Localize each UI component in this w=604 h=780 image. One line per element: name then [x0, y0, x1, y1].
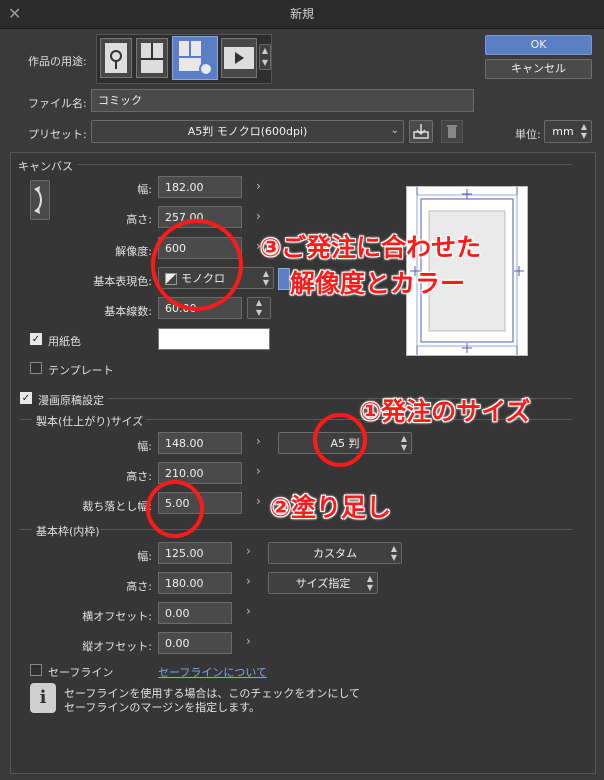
- v-offset-input[interactable]: 0.00: [158, 632, 232, 654]
- rotate-orientation-icon[interactable]: [30, 180, 50, 220]
- illustration-icon[interactable]: [100, 38, 132, 78]
- paper-color-checkbox[interactable]: ✓: [30, 333, 42, 345]
- manga-settings-label: 漫画原稿設定: [38, 394, 104, 407]
- usage-stepper[interactable]: ▲ ▼: [259, 44, 271, 70]
- annotation-circle-resolution: [151, 219, 243, 311]
- finish-width-input[interactable]: 148.00: [158, 432, 242, 454]
- safeline-help-link[interactable]: セーフラインについて: [158, 664, 267, 680]
- save-preset-icon[interactable]: [409, 120, 433, 143]
- preset-label: プリセット:: [28, 128, 87, 141]
- stepper-icon: ▲ ▼: [262, 269, 269, 287]
- template-label: テンプレート: [48, 364, 114, 377]
- stepper-icon: ▲ ▼: [366, 574, 373, 592]
- chevron-right-icon: ›: [246, 544, 251, 558]
- preset-value: A5判 モノクロ(600dpi): [187, 125, 308, 138]
- stepper-icon: ▲ ▼: [580, 122, 587, 140]
- paper-color-label: 用紙色: [48, 335, 81, 348]
- frame-height-label: 高さ:: [126, 580, 152, 593]
- comic-settings-icon[interactable]: [172, 36, 218, 80]
- safeline-info-line2: セーフラインのマージンを指定します。: [64, 701, 261, 714]
- frame-section-title: 基本枠(内枠): [36, 525, 100, 538]
- ok-button[interactable]: OK: [485, 35, 592, 55]
- info-icon: i: [30, 683, 56, 713]
- color-mode-label: 基本表現色:: [93, 275, 152, 288]
- frame-width-input[interactable]: 125.00: [158, 542, 232, 564]
- annotation-circle-bleed: [146, 480, 204, 538]
- divider: [20, 529, 32, 530]
- frame-mode-value: カスタム: [313, 547, 357, 560]
- canvas-section-title: キャンバス: [18, 160, 73, 173]
- finish-height-label: 高さ:: [126, 470, 152, 483]
- frame-size-mode-select[interactable]: サイズ指定 ▲ ▼: [268, 572, 378, 594]
- chevron-right-icon: ›: [246, 574, 251, 588]
- chevron-right-icon: ›: [256, 434, 261, 448]
- chevron-right-icon: ›: [246, 604, 251, 618]
- lines-stepper[interactable]: ▲ ▼: [247, 297, 271, 319]
- canvas-height-label: 高さ:: [126, 213, 152, 226]
- annotation-3-line1: ③ご発注に合わせた: [260, 233, 482, 262]
- safeline-label: セーフライン: [48, 666, 114, 679]
- chevron-down-icon: ⌄: [390, 125, 399, 136]
- divider: [78, 164, 572, 165]
- paper-color-swatch[interactable]: [158, 328, 270, 350]
- chevron-right-icon: ›: [256, 179, 261, 193]
- finish-width-label: 幅:: [137, 440, 152, 453]
- color-settings-icon[interactable]: [278, 268, 290, 290]
- frame-size-mode-value: サイズ指定: [295, 577, 351, 590]
- h-offset-label: 横オフセット:: [82, 610, 152, 623]
- canvas-width-input[interactable]: 182.00: [158, 176, 242, 198]
- template-checkbox[interactable]: [30, 362, 42, 374]
- stepper-icon: ▲ ▼: [400, 434, 407, 452]
- stepper-icon: ▲ ▼: [390, 544, 397, 562]
- finish-size-section-title: 製本(仕上がり)サイズ: [36, 415, 144, 428]
- animation-icon[interactable]: [221, 38, 257, 78]
- safeline-checkbox[interactable]: [30, 664, 42, 676]
- chevron-right-icon: ›: [256, 464, 261, 478]
- close-icon[interactable]: ✕: [8, 4, 21, 23]
- divider: [20, 419, 32, 420]
- chevron-right-icon: ›: [246, 634, 251, 648]
- frame-mode-select[interactable]: カスタム ▲ ▼: [268, 542, 402, 564]
- h-offset-input[interactable]: 0.00: [158, 602, 232, 624]
- unit-value: mm: [552, 125, 574, 138]
- bleed-label: 裁ち落とし幅:: [82, 500, 152, 513]
- delete-preset-icon[interactable]: [441, 120, 463, 143]
- window-title: 新規: [289, 7, 314, 21]
- resolution-label: 解像度:: [115, 245, 152, 258]
- annotation-3-line2: 解像度とカラー: [290, 269, 466, 298]
- annotation-1: ①発注のサイズ: [360, 397, 531, 426]
- frame-width-label: 幅:: [137, 550, 152, 563]
- filename-label: ファイル名:: [28, 97, 87, 110]
- canvas-width-label: 幅:: [137, 183, 152, 196]
- preset-select[interactable]: A5判 モノクロ(600dpi) ⌄: [91, 120, 404, 143]
- chevron-right-icon: ›: [256, 494, 261, 508]
- unit-select[interactable]: mm ▲ ▼: [544, 120, 592, 143]
- v-offset-label: 縦オフセット:: [82, 640, 152, 653]
- frame-height-input[interactable]: 180.00: [158, 572, 232, 594]
- annotation-circle-size: [313, 413, 367, 467]
- unit-label: 単位:: [515, 128, 541, 141]
- manga-settings-checkbox[interactable]: ✓: [20, 392, 32, 404]
- chevron-right-icon: ›: [256, 209, 261, 223]
- usage-label: 作品の用途:: [28, 55, 87, 68]
- cancel-button[interactable]: キャンセル: [485, 59, 592, 79]
- annotation-2: ②塗り足し: [270, 493, 392, 522]
- lines-label: 基本線数:: [104, 305, 152, 318]
- comic-icon[interactable]: [136, 38, 168, 78]
- filename-input[interactable]: コミック: [91, 89, 474, 112]
- title-bar: 新規: [0, 0, 604, 29]
